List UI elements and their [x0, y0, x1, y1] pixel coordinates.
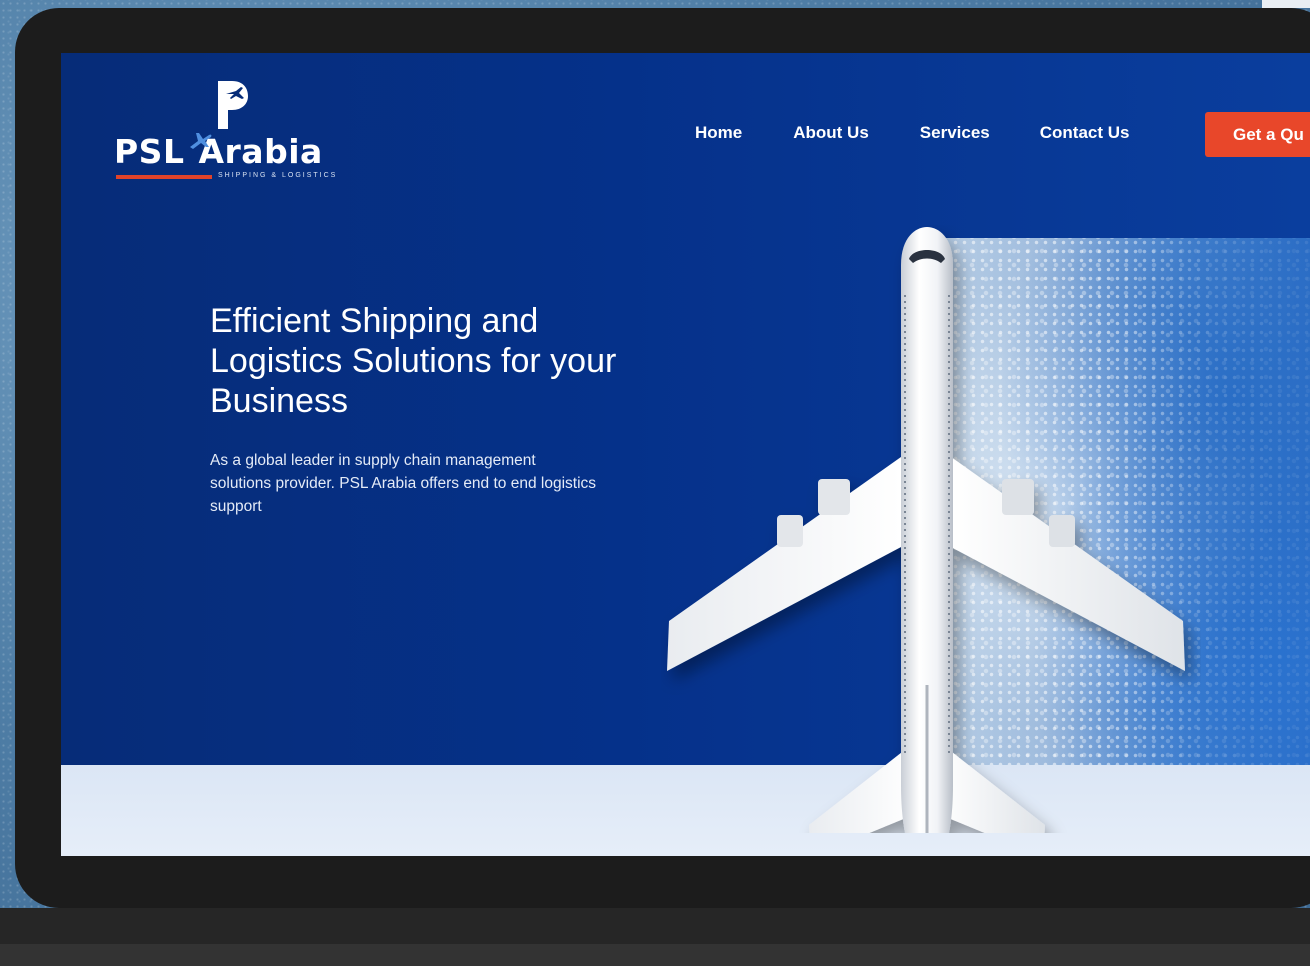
logo-text-arabia: Arabia	[198, 132, 323, 171]
laptop-base-edge	[0, 944, 1310, 966]
hero-headline: Efficient Shipping and Logistics Solutio…	[210, 302, 617, 420]
airplane-image	[667, 227, 1185, 833]
nav-about-us[interactable]: About Us	[793, 123, 869, 143]
nav-home[interactable]: Home	[695, 123, 742, 143]
nav-contact-us[interactable]: Contact Us	[1040, 123, 1130, 143]
website-screen: PSL Arabia SHIPPING & LOGISTICS Home Abou…	[61, 53, 1310, 856]
main-nav: Home About Us Services Contact Us	[695, 123, 1179, 143]
logo-tagline: SHIPPING & LOGISTICS	[218, 172, 338, 179]
brand-logo[interactable]: PSL Arabia SHIPPING & LOGISTICS	[114, 79, 354, 184]
background-corner-panel	[1262, 0, 1310, 8]
logo-wordmark: PSL Arabia	[114, 135, 323, 168]
get-a-quote-button[interactable]: Get a Qu	[1205, 112, 1310, 157]
nav-services[interactable]: Services	[920, 123, 990, 143]
logo-text-psl: PSL	[114, 132, 185, 171]
logo-p-mark-icon	[218, 81, 248, 129]
logo-underline	[116, 175, 212, 179]
hero-subtext: As a global leader in supply chain manag…	[210, 452, 597, 515]
logo-plane-icon	[190, 133, 212, 149]
laptop-base	[0, 908, 1310, 944]
